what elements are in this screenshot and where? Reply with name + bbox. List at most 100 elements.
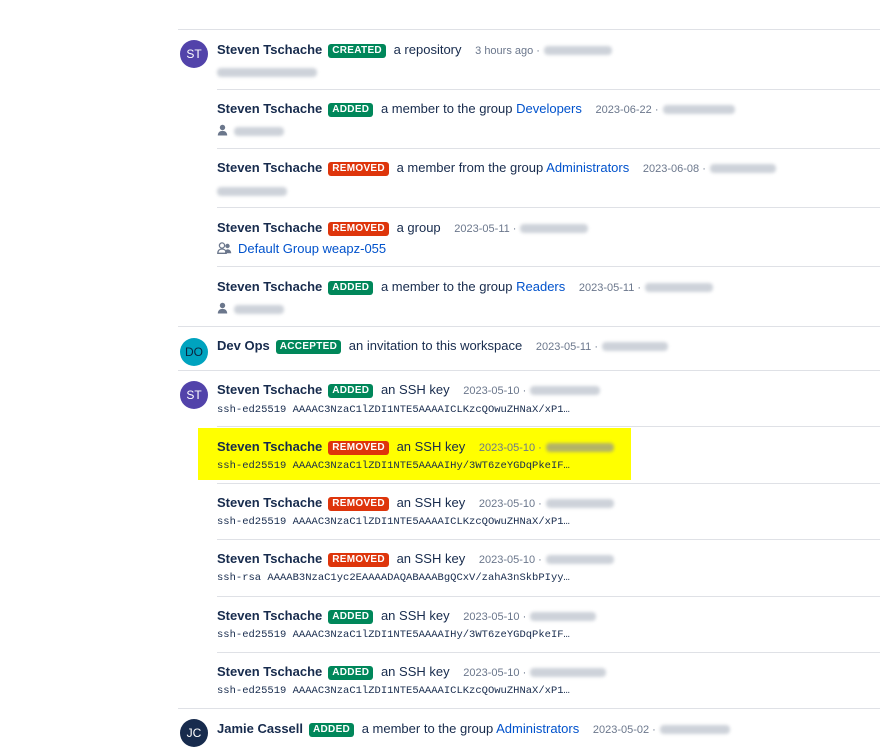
separator-dot: · [509, 223, 517, 235]
divider [217, 539, 880, 540]
ssh-key-fingerprint: ssh-ed25519 AAAAC3NzaC1lZDI1NTE5AAAAIHy/… [217, 629, 570, 641]
detail-line [217, 183, 287, 199]
activity-line: Steven Tschache REMOVED an SSH key 2023-0… [217, 438, 614, 456]
group-link[interactable]: Readers [516, 279, 565, 294]
user-icon [217, 302, 228, 318]
timestamp: 2023-05-10 [463, 611, 520, 623]
redacted-user [234, 127, 284, 137]
actor-name[interactable]: Steven Tschache [217, 220, 322, 235]
activity-line: Dev Ops ACCEPTED an invitation to this wo… [217, 337, 669, 355]
divider [217, 89, 880, 90]
separator-dot: · [535, 498, 542, 510]
redacted-user [217, 187, 287, 197]
divider [217, 266, 880, 267]
avatar[interactable]: ST [180, 40, 208, 68]
activity-line: Steven Tschache REMOVED an SSH key 2023-0… [217, 494, 614, 512]
redacted-ip [659, 725, 730, 735]
divider [217, 426, 880, 427]
timestamp: 2023-05-10 [463, 667, 520, 679]
action-badge: REMOVED [328, 497, 389, 511]
activity-line: Steven Tschache ADDED an SSH key 2023-05-… [217, 663, 607, 681]
action-text: an SSH key [396, 495, 466, 510]
detail-line: Default Group weapz-055 [217, 241, 386, 257]
redacted-ip [645, 283, 714, 293]
actor-name[interactable]: Jamie Cassell [217, 721, 303, 736]
activity-line: Steven Tschache ADDED a member to the gro… [217, 100, 735, 118]
avatar[interactable]: JC [180, 719, 208, 747]
group-link[interactable]: Administrators [546, 160, 629, 175]
redacted-ip [545, 443, 614, 453]
action-text: a member to the group [380, 101, 513, 116]
actor-name[interactable]: Steven Tschache [217, 664, 322, 679]
redacted-ip [543, 46, 612, 56]
avatar[interactable]: DO [180, 338, 208, 366]
redacted-repository [217, 68, 317, 78]
action-badge: REMOVED [328, 222, 389, 236]
action-badge: ADDED [309, 723, 355, 737]
timestamp: 2023-05-02 [592, 724, 650, 736]
timestamp: 2023-05-10 [478, 498, 536, 510]
action-badge: ADDED [328, 666, 374, 680]
ssh-key-fingerprint: ssh-ed25519 AAAAC3NzaC1lZDI1NTE5AAAAICLK… [217, 685, 570, 697]
separator-dot: · [634, 282, 642, 294]
top-divider [178, 29, 880, 30]
actor-name[interactable]: Steven Tschache [217, 551, 322, 566]
actor-name[interactable]: Steven Tschache [217, 382, 322, 397]
redacted-ip [530, 386, 601, 396]
action-text: a repository [393, 42, 462, 57]
separator-dot: · [699, 163, 706, 175]
redacted-ip [520, 224, 589, 234]
ssh-key-fingerprint: ssh-ed25519 AAAAC3NzaC1lZDI1NTE5AAAAIHy/… [217, 460, 570, 472]
activity-line: Steven Tschache ADDED an SSH key 2023-05-… [217, 381, 601, 399]
action-badge: REMOVED [328, 162, 389, 176]
redacted-user [234, 305, 284, 315]
detail-line [217, 64, 317, 80]
separator-dot: · [591, 341, 599, 353]
group-link[interactable]: Administrators [496, 721, 579, 736]
action-text: a member to the group [361, 721, 494, 736]
timestamp: 2023-05-10 [478, 442, 536, 454]
separator-dot: · [519, 385, 527, 397]
timestamp: 2023-06-22 [595, 104, 652, 116]
avatar[interactable]: ST [180, 381, 208, 409]
actor-name[interactable]: Steven Tschache [217, 160, 322, 175]
action-text: an SSH key [396, 551, 466, 566]
divider [217, 596, 880, 597]
action-text: a group [396, 220, 441, 235]
ssh-key-fingerprint: ssh-ed25519 AAAAC3NzaC1lZDI1NTE5AAAAICLK… [217, 404, 570, 416]
action-badge: ADDED [328, 281, 374, 295]
redacted-ip [709, 164, 776, 174]
divider [217, 652, 880, 653]
group-link[interactable]: Developers [516, 101, 582, 116]
actor-name[interactable]: Steven Tschache [217, 279, 322, 294]
redacted-ip [545, 555, 614, 565]
separator-dot: · [519, 667, 527, 679]
activity-line: Steven Tschache REMOVED a member from the… [217, 159, 776, 177]
group-link[interactable]: Default Group weapz-055 [238, 241, 386, 256]
action-text: an SSH key [380, 382, 450, 397]
activity-line: Jamie Cassell ADDED a member to the group… [217, 720, 730, 738]
actor-name[interactable]: Dev Ops [217, 338, 270, 353]
divider [178, 326, 880, 327]
ssh-key-fingerprint: ssh-rsa AAAAB3NzaC1yc2EAAAADAQABAAABgQCx… [217, 572, 570, 584]
actor-name[interactable]: Steven Tschache [217, 42, 322, 57]
action-badge: ADDED [328, 384, 374, 398]
action-text: a member from the group [396, 160, 544, 175]
activity-line: Steven Tschache REMOVED an SSH key 2023-0… [217, 550, 614, 568]
action-text: a member to the group [380, 279, 513, 294]
actor-name[interactable]: Steven Tschache [217, 495, 322, 510]
timestamp: 2023-06-08 [642, 163, 700, 175]
separator-dot: · [535, 554, 542, 566]
action-text: an SSH key [380, 608, 450, 623]
separator-dot: · [535, 442, 542, 454]
action-badge: ADDED [328, 103, 374, 117]
actor-name[interactable]: Steven Tschache [217, 608, 322, 623]
actor-name[interactable]: Steven Tschache [217, 101, 322, 116]
user-icon [217, 124, 228, 140]
activity-line: Steven Tschache ADDED an SSH key 2023-05-… [217, 607, 597, 625]
actor-name[interactable]: Steven Tschache [217, 439, 322, 454]
redacted-ip [602, 342, 669, 352]
separator-dot: · [533, 45, 540, 57]
action-text: an invitation to this workspace [348, 338, 523, 353]
divider [178, 708, 880, 709]
